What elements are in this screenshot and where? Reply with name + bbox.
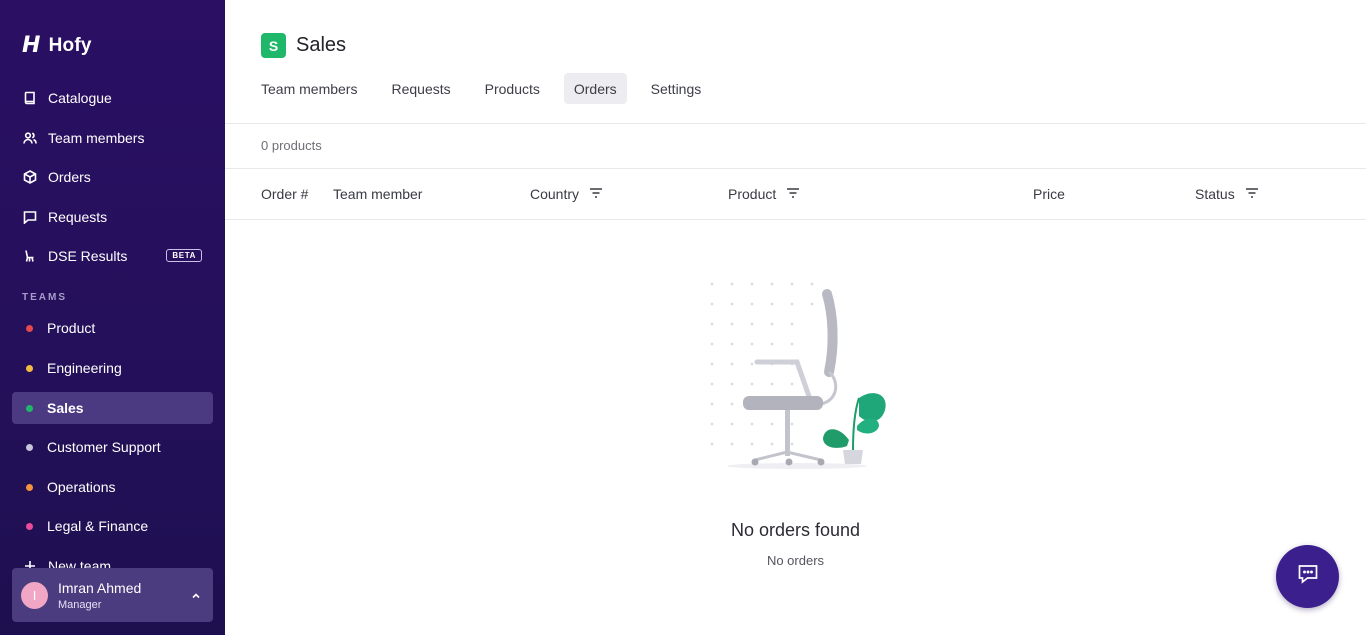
column-label: Order # [261,186,309,202]
main-content: S Sales Team members Requests Products O… [225,0,1366,635]
team-label: Customer Support [47,439,161,455]
office-chair [743,289,838,466]
column-country[interactable]: Country [530,186,603,202]
team-label: Sales [47,400,84,416]
team-label: Product [47,320,96,336]
beta-badge: BETA [166,249,202,262]
users-icon [23,131,37,145]
tab-products[interactable]: Products [475,73,550,104]
nav-dse-results[interactable]: DSE Results BETA [12,240,213,272]
team-color-dot [26,522,33,530]
filter-icon[interactable] [589,186,603,202]
filter-icon[interactable] [786,186,800,202]
divider [225,123,1366,124]
user-name: Imran Ahmed [58,579,142,596]
team-product[interactable]: Product [12,312,213,344]
nav-label: Requests [48,209,108,225]
result-count: 0 products [261,138,322,153]
sidebar: H Hofy Catalogue Team members Orders Req… [0,0,225,635]
divider [225,168,1366,169]
team-badge: S [261,33,286,58]
nav-label: Catalogue [48,90,112,106]
team-engineering[interactable]: Engineering [12,352,213,384]
team-color-dot [26,483,33,491]
column-label: Price [1033,186,1065,202]
team-label: Engineering [47,360,122,376]
nav-orders[interactable]: Orders [12,161,213,193]
column-label: Product [728,186,777,202]
column-team-member[interactable]: Team member [333,186,422,202]
user-menu[interactable]: I Imran Ahmed Manager [12,568,213,622]
chat-icon [1296,562,1320,591]
tab-bar: Team members Requests Products Orders Se… [251,73,711,104]
page-title: Sales [296,34,347,56]
team-color-dot [26,364,33,372]
hofy-logo-icon: H [22,33,41,58]
team-color-dot [26,324,33,332]
potted-plant [823,393,886,464]
column-label: Country [530,186,580,202]
nav-catalogue[interactable]: Catalogue [12,82,213,114]
team-label: Operations [47,479,116,495]
chat-button[interactable] [1276,545,1339,608]
team-color-dot [26,443,33,451]
teams-heading: TEAMS [22,292,67,303]
column-order-number[interactable]: Order # [261,186,308,202]
nav-team-members[interactable]: Team members [12,122,213,154]
tab-team-members[interactable]: Team members [251,73,367,104]
nav-label: DSE Results [48,248,128,264]
column-status[interactable]: Status [1195,186,1259,202]
team-customer-support[interactable]: Customer Support [12,431,213,463]
nav-label: Team members [48,130,145,146]
team-sales[interactable]: Sales [12,392,213,424]
column-product[interactable]: Product [728,186,800,202]
empty-state-title: No orders found [730,520,861,540]
column-price[interactable]: Price [1033,186,1065,202]
page-header: S Sales [261,33,346,58]
team-legal-finance[interactable]: Legal & Finance [12,510,213,542]
app-name: Hofy [48,34,92,56]
avatar: I [21,581,48,609]
team-color-dot [26,404,33,412]
tab-settings[interactable]: Settings [641,73,712,104]
tab-orders[interactable]: Orders [563,73,627,104]
nav-label: Orders [48,169,91,185]
message-icon [23,210,37,224]
column-label: Status [1195,186,1235,202]
user-role: Manager [58,598,102,611]
team-operations[interactable]: Operations [12,471,213,503]
nav-requests[interactable]: Requests [12,201,213,233]
filter-icon[interactable] [1245,186,1259,202]
tab-requests[interactable]: Requests [381,73,460,104]
divider [225,219,1366,220]
chair-icon [23,249,37,263]
chevron-up-icon [191,588,201,599]
logo[interactable]: H Hofy [22,33,92,58]
book-icon [23,91,37,105]
empty-state-illustration [710,282,886,469]
column-label: Team member [333,186,423,202]
team-label: Legal & Finance [47,518,149,534]
empty-state-subtitle: No orders [766,553,825,568]
box-icon [23,170,37,184]
